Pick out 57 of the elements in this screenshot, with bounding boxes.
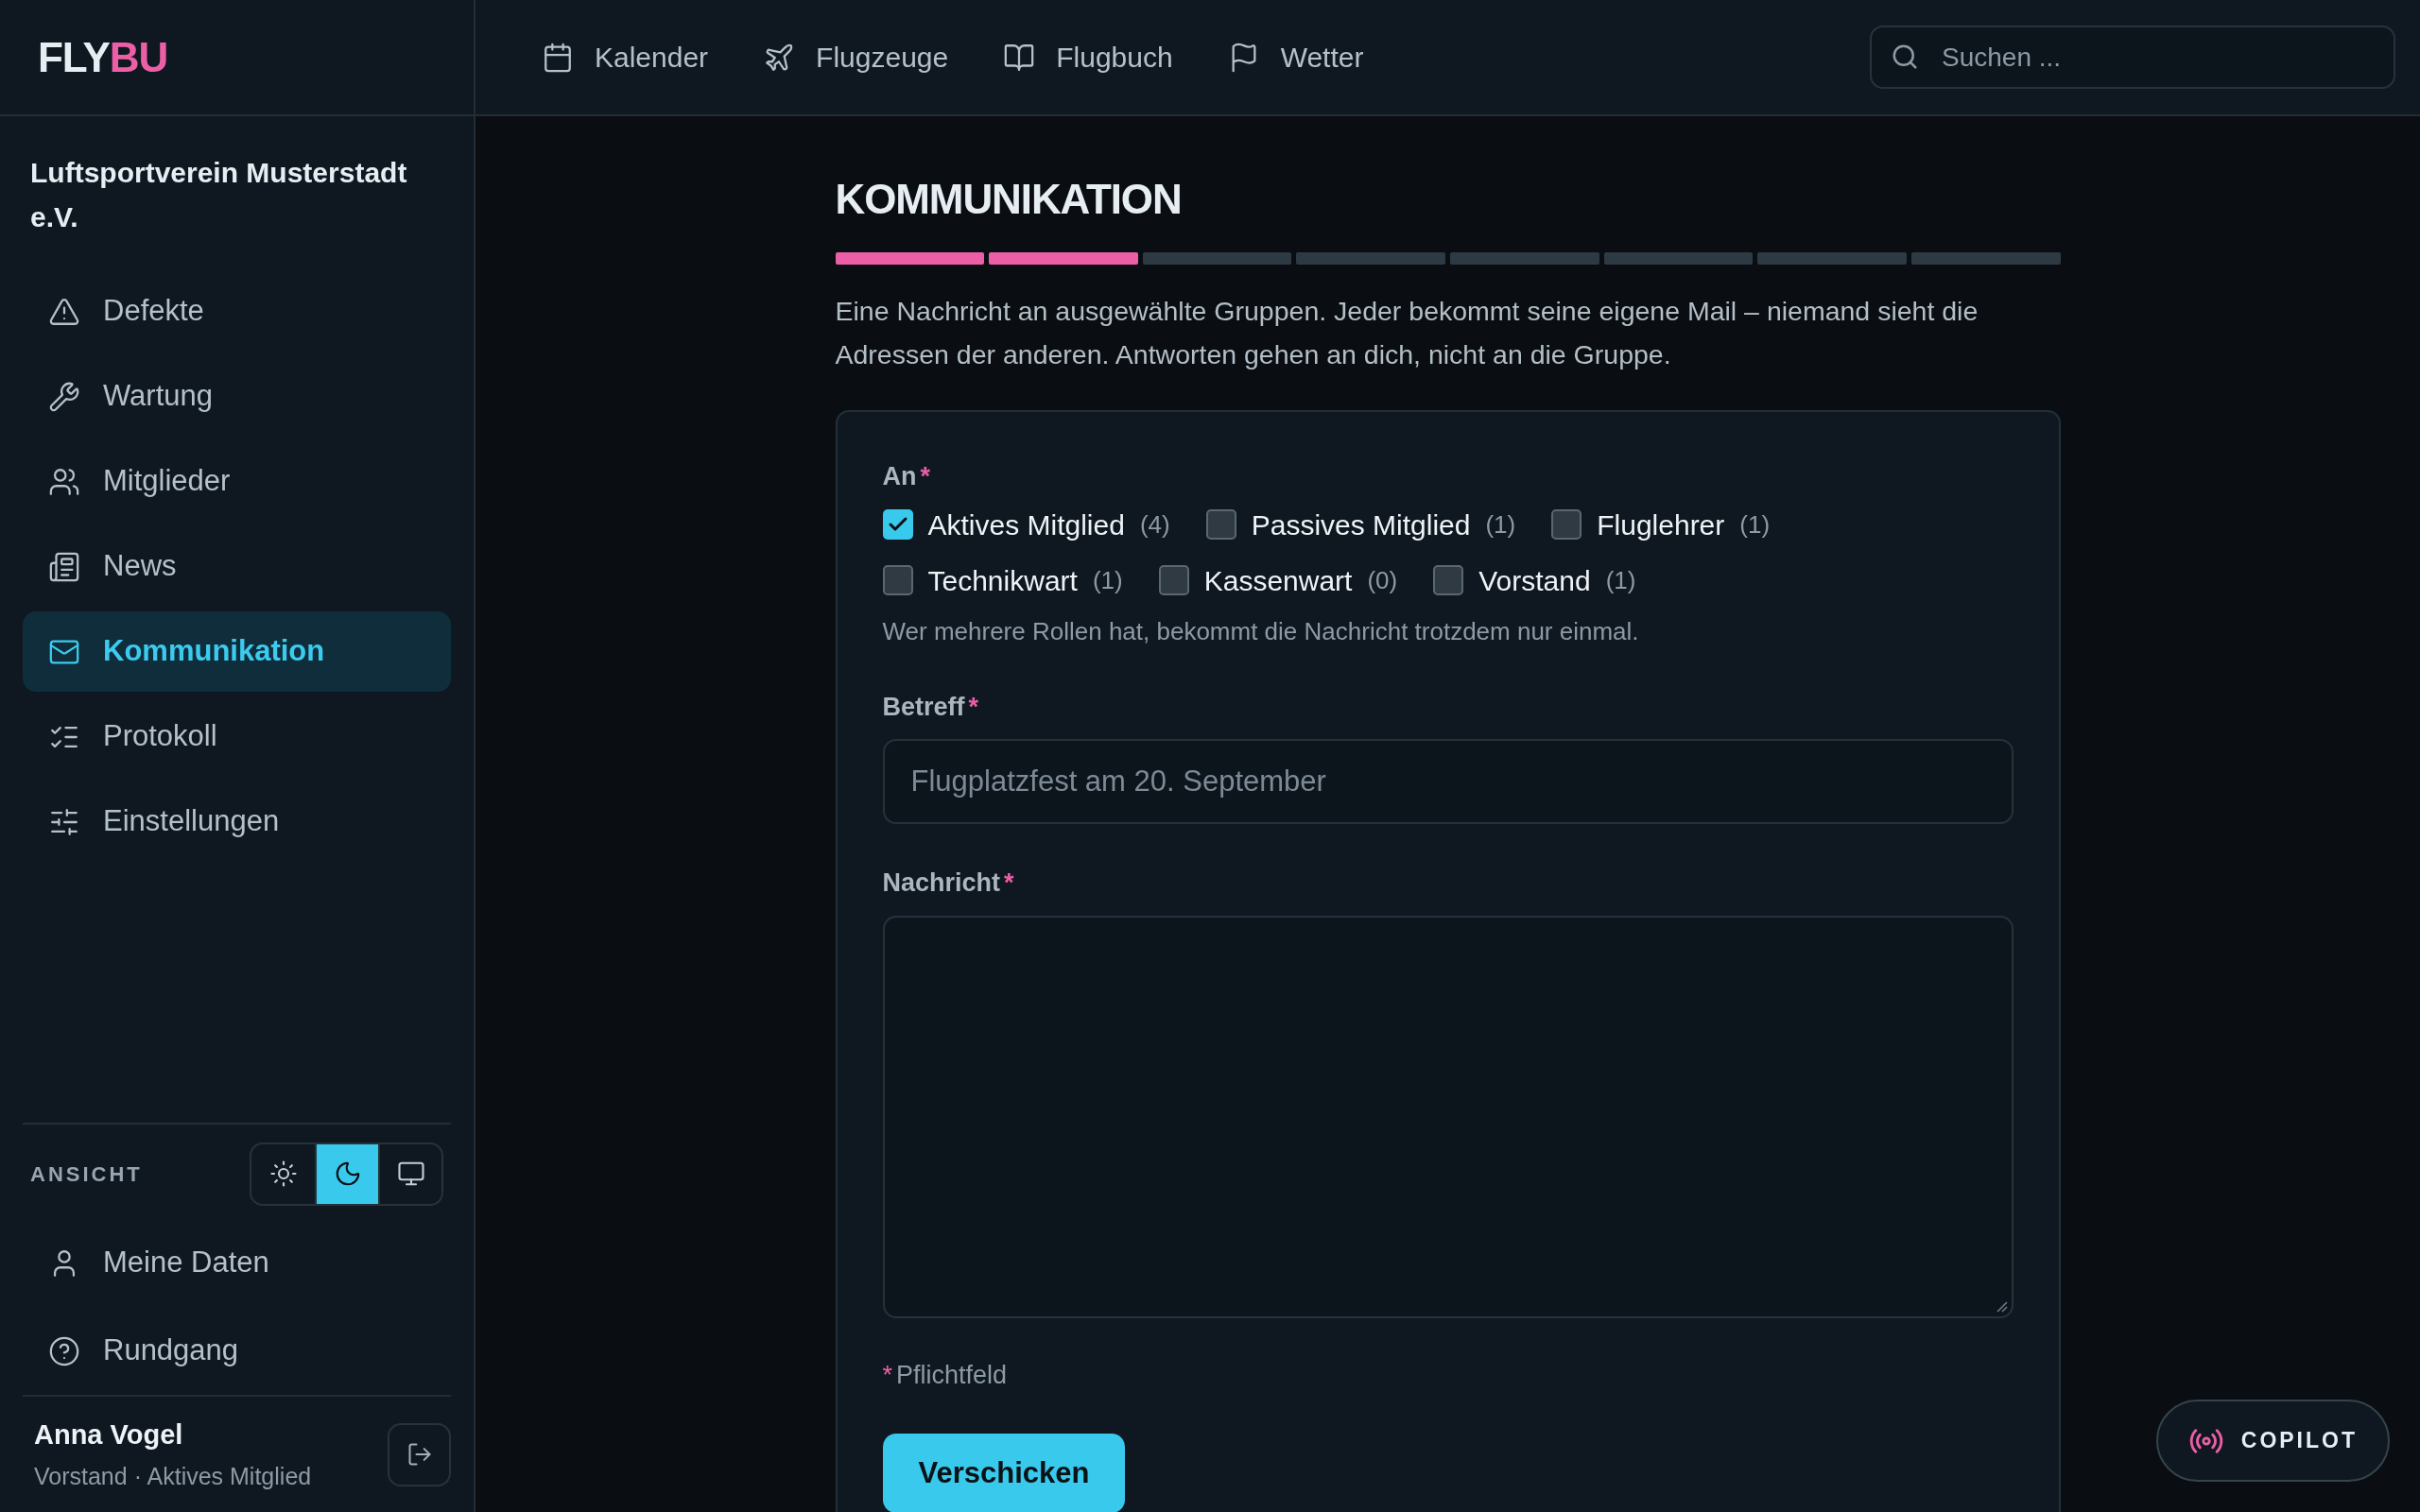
newspaper-icon	[48, 550, 80, 583]
sidebar-item[interactable]: News	[23, 526, 451, 607]
nav-link[interactable]: Flugbuch	[1003, 36, 1173, 78]
sidebar-item[interactable]: Protokoll	[23, 696, 451, 777]
nav-link[interactable]: Kalender	[542, 36, 709, 78]
help-icon	[48, 1334, 80, 1367]
option-count: (1)	[1605, 564, 1636, 596]
sidebar-item[interactable]: Kommunikation	[23, 611, 451, 692]
search-icon	[1891, 43, 1919, 71]
monitor-icon	[396, 1160, 425, 1188]
sidebar-item[interactable]: Defekte	[23, 271, 451, 352]
user-name: Anna Vogel	[34, 1418, 184, 1452]
nav-link[interactable]: Wetter	[1227, 36, 1364, 78]
description: Eine Nachricht an ausgewählte Gruppen. Jeder bekommt seine eigene Mail – niemand sieht die Adressen der anderen. Antworten gehen an dich, nicht an die Gruppe.	[835, 295, 1979, 371]
checkbox[interactable]	[882, 565, 913, 595]
field-label: Nachricht*	[882, 868, 1014, 899]
user-roles: Vorstand · Aktives Mitglied	[34, 1462, 312, 1491]
section-label: ANSICHT	[30, 1160, 143, 1188]
option-label: Passives Mitglied	[1251, 507, 1471, 542]
wrench-icon	[48, 380, 80, 413]
nav-link[interactable]: Flugzeuge	[763, 36, 949, 78]
club-name: Luftsportverein Musterstadt e.V.	[29, 156, 408, 234]
page-title: KOMMUNIKATION	[835, 175, 1182, 224]
option-label: Kassenwart	[1203, 563, 1353, 598]
option-count: (0)	[1367, 564, 1398, 596]
dark-mode-button[interactable]	[315, 1143, 378, 1204]
checkbox[interactable]	[1551, 509, 1582, 540]
submit-button[interactable]: Verschicken	[882, 1434, 1126, 1512]
search-field[interactable]: Suchen ...	[1870, 26, 2395, 89]
option-count: (1)	[1739, 508, 1771, 541]
subject-field[interactable]: Flugplatzfest am 20. September	[882, 739, 2014, 824]
field-label: Betreff*	[882, 691, 979, 723]
option-label: Technikwart	[927, 563, 1078, 598]
checkbox[interactable]	[1158, 565, 1189, 595]
logout-button[interactable]	[388, 1422, 451, 1486]
option-count: (1)	[1092, 564, 1123, 596]
option-count: (1)	[1485, 508, 1516, 541]
logo[interactable]: FLYBU	[38, 26, 168, 89]
sidebar-item[interactable]: Mitglieder	[23, 441, 451, 522]
checkbox[interactable]	[882, 509, 913, 540]
option-count: (4)	[1139, 508, 1170, 541]
sidebar-item[interactable]: Meine Daten	[23, 1223, 451, 1303]
calendar-icon	[542, 41, 574, 74]
checkbox[interactable]	[1433, 565, 1464, 595]
option-label: Vorstand	[1478, 563, 1591, 598]
copilot-button[interactable]: COPILOT	[2155, 1400, 2390, 1482]
checkbox[interactable]	[1205, 509, 1236, 540]
option-label: Aktives Mitglied	[927, 507, 1125, 542]
message-field[interactable]	[882, 915, 2014, 1318]
hint-text: Wer mehrere Rollen hat, bekommt die Nachricht trotzdem nur einmal.	[882, 615, 1640, 647]
sidebar-item[interactable]: Einstellungen	[23, 782, 451, 862]
option-label: Fluglehrer	[1597, 507, 1725, 542]
sidebar-item[interactable]: Rundgang	[23, 1311, 451, 1391]
sun-icon	[268, 1160, 298, 1188]
required-note: *Pflichtfeld	[882, 1359, 1008, 1391]
field-label: An*	[882, 461, 930, 492]
sidebar-item[interactable]: Wartung	[23, 356, 451, 437]
